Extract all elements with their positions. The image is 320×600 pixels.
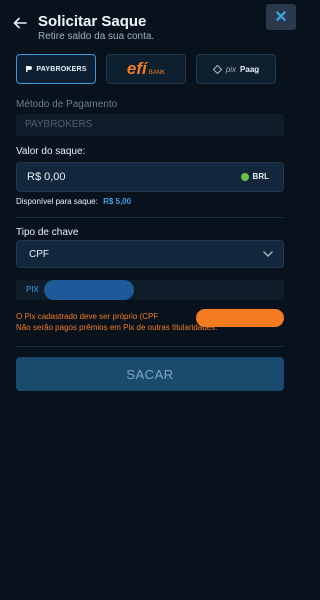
efi-logo: efí <box>126 59 147 78</box>
close-icon: ✕ <box>274 9 288 26</box>
header: Solicitar Saque Retire saldo da sua cont… <box>0 0 300 48</box>
currency-badge: BRL <box>240 172 269 181</box>
provider-efi-bank[interactable]: efí BANK <box>106 54 186 84</box>
available-balance: Disponível para saque: R$ 5,00 <box>16 197 131 206</box>
payment-provider-selector: PAYBROKERS efí BANK pix Paag <box>16 54 286 85</box>
divider <box>16 217 284 218</box>
payment-method-field: PAYBROKERS <box>16 114 284 136</box>
pix-label: pix <box>225 64 237 74</box>
available-label: Disponível para saque: <box>16 197 98 206</box>
pix-icon <box>212 64 222 74</box>
key-type-select[interactable]: CPF <box>16 240 284 268</box>
key-type-value: CPF <box>29 249 49 260</box>
divider <box>16 346 284 347</box>
redacted-pix-key <box>44 280 134 300</box>
provider-pix-paag[interactable]: pix Paag <box>196 54 276 84</box>
payment-method-label: Método de Pagamento <box>16 99 118 110</box>
arrow-left-icon[interactable] <box>13 16 27 30</box>
payment-method-value: PAYBROKERS <box>25 119 93 130</box>
paag-label: Paag <box>240 64 260 74</box>
amount-input[interactable]: R$ 0,00 BRL <box>16 162 284 192</box>
amount-label: Valor do saque: <box>16 146 86 157</box>
paybrokers-logo-icon <box>26 66 33 72</box>
amount-value: R$ 0,00 <box>27 171 66 183</box>
redacted-cpf <box>196 309 284 327</box>
key-type-label: Tipo de chave <box>16 227 79 238</box>
provider-paybrokers-label: PAYBROKERS <box>36 65 87 73</box>
provider-paybrokers[interactable]: PAYBROKERS <box>16 54 96 84</box>
available-value: R$ 5,00 <box>103 197 132 206</box>
pix-key-label: PIX <box>26 285 39 294</box>
page-subtitle: Retire saldo da sua conta. <box>38 31 155 42</box>
page-title: Solicitar Saque <box>38 13 147 30</box>
chevron-down-icon <box>263 251 273 257</box>
close-button[interactable]: ✕ <box>266 4 296 30</box>
currency-code: BRL <box>252 172 269 181</box>
efi-bank-label: BANK <box>148 70 166 76</box>
withdraw-button[interactable]: SACAR <box>16 357 284 391</box>
coin-icon <box>240 172 249 181</box>
